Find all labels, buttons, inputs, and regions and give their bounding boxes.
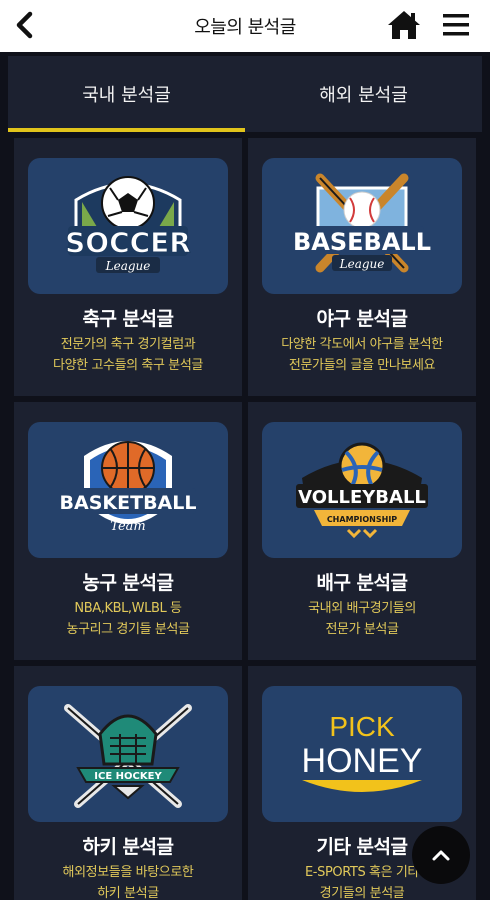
basketball-team-logo: BASKETBALL Team bbox=[28, 422, 228, 558]
baseball-league-logo: BASEBALL League bbox=[262, 158, 462, 294]
card-description-line: 다양한 고수들의 축구 분석글 bbox=[53, 358, 203, 373]
volleyball-logo-text: VOLLEYBALL bbox=[298, 487, 426, 508]
basketball-logo-text: BASKETBALL bbox=[60, 492, 197, 514]
soccer-logo-text: SOCCER bbox=[65, 226, 191, 259]
volleyball-championship-logo: VOLLEYBALL CHAMPIONSHIP bbox=[262, 422, 462, 558]
chevron-left-icon bbox=[16, 11, 33, 39]
basketball-logo-subtext: Team bbox=[110, 519, 145, 534]
card-description: 전문가의 축구 경기컬럼과 다양한 고수들의 축구 분석글 bbox=[14, 334, 242, 376]
card-title: 축구 분석글 bbox=[82, 308, 174, 330]
menu-button[interactable] bbox=[440, 10, 472, 40]
tab-overseas[interactable]: 해외 분석글 bbox=[245, 56, 482, 132]
card-title: 배구 분석글 bbox=[316, 572, 408, 594]
category-tabs: 국내 분석글 해외 분석글 bbox=[8, 56, 482, 132]
page-title: 오늘의 분석글 bbox=[194, 17, 296, 38]
card-soccer[interactable]: SOCCER League 축구 분석글 전문가의 축구 경기컬럼과 다양한 고… bbox=[14, 138, 242, 396]
card-title: 야구 분석글 bbox=[316, 308, 408, 330]
tab-domestic[interactable]: 국내 분석글 bbox=[8, 56, 245, 132]
scroll-to-top-button[interactable] bbox=[412, 826, 470, 884]
card-description: 국내외 배구경기들의 전문가 분석글 bbox=[248, 598, 476, 640]
hockey-logo-text: ICE HOCKEY bbox=[94, 771, 162, 782]
home-button[interactable] bbox=[386, 8, 422, 42]
chevron-up-icon bbox=[432, 850, 450, 861]
home-icon bbox=[388, 11, 420, 39]
baseball-logo-text: BASEBALL bbox=[293, 228, 431, 256]
soccer-league-logo: SOCCER League bbox=[28, 158, 228, 294]
soccer-logo-subtext: League bbox=[105, 259, 151, 273]
card-hockey[interactable]: ICE HOCKEY 하키 분석글 해외정보들을 바탕으로한 하키 분석글 bbox=[14, 666, 242, 900]
card-description-line: 전문가들의 글을 만나보세요 bbox=[288, 358, 436, 373]
ice-hockey-logo: ICE HOCKEY bbox=[28, 686, 228, 822]
card-description-line: 다양한 각도에서 야구를 분석한 bbox=[281, 337, 443, 352]
baseball-logo-subtext: League bbox=[339, 257, 385, 271]
pick-logo-text: PICK bbox=[329, 711, 395, 742]
top-bar: 오늘의 분석글 bbox=[0, 0, 490, 52]
back-button[interactable] bbox=[10, 10, 40, 40]
volleyball-logo-subtext: CHAMPIONSHIP bbox=[327, 515, 397, 524]
card-description-line: 하키 분석글 bbox=[97, 886, 159, 900]
card-description-line: NBA,KBL,WLBL 등 bbox=[74, 601, 182, 616]
card-description-line: 경기들의 분석글 bbox=[319, 886, 405, 900]
card-description-line: 농구리그 경기들 분석글 bbox=[66, 622, 190, 637]
card-description-line: 전문가 분석글 bbox=[325, 622, 399, 637]
card-title: 하키 분석글 bbox=[82, 836, 174, 858]
pick-honey-logo: PICK HONEY bbox=[262, 686, 462, 822]
honey-logo-text: HONEY bbox=[302, 742, 423, 780]
card-title: 농구 분석글 bbox=[82, 572, 174, 594]
card-baseball[interactable]: BASEBALL League 야구 분석글 다양한 각도에서 야구를 분석한 … bbox=[248, 138, 476, 396]
card-description: 다양한 각도에서 야구를 분석한 전문가들의 글을 만나보세요 bbox=[248, 334, 476, 376]
card-description-line: 국내외 배구경기들의 bbox=[308, 601, 416, 616]
card-volleyball[interactable]: VOLLEYBALL CHAMPIONSHIP 배구 분석글 국내외 배구경기들… bbox=[248, 402, 476, 660]
hamburger-menu-icon bbox=[443, 14, 469, 36]
card-description-line: 해외정보들을 바탕으로한 bbox=[62, 865, 194, 880]
card-description: 해외정보들을 바탕으로한 하키 분석글 bbox=[14, 862, 242, 900]
card-basketball[interactable]: BASKETBALL Team 농구 분석글 NBA,KBL,WLBL 등 농구… bbox=[14, 402, 242, 660]
card-description: NBA,KBL,WLBL 등 농구리그 경기들 분석글 bbox=[14, 598, 242, 640]
card-description-line: 전문가의 축구 경기컬럼과 bbox=[60, 337, 196, 352]
